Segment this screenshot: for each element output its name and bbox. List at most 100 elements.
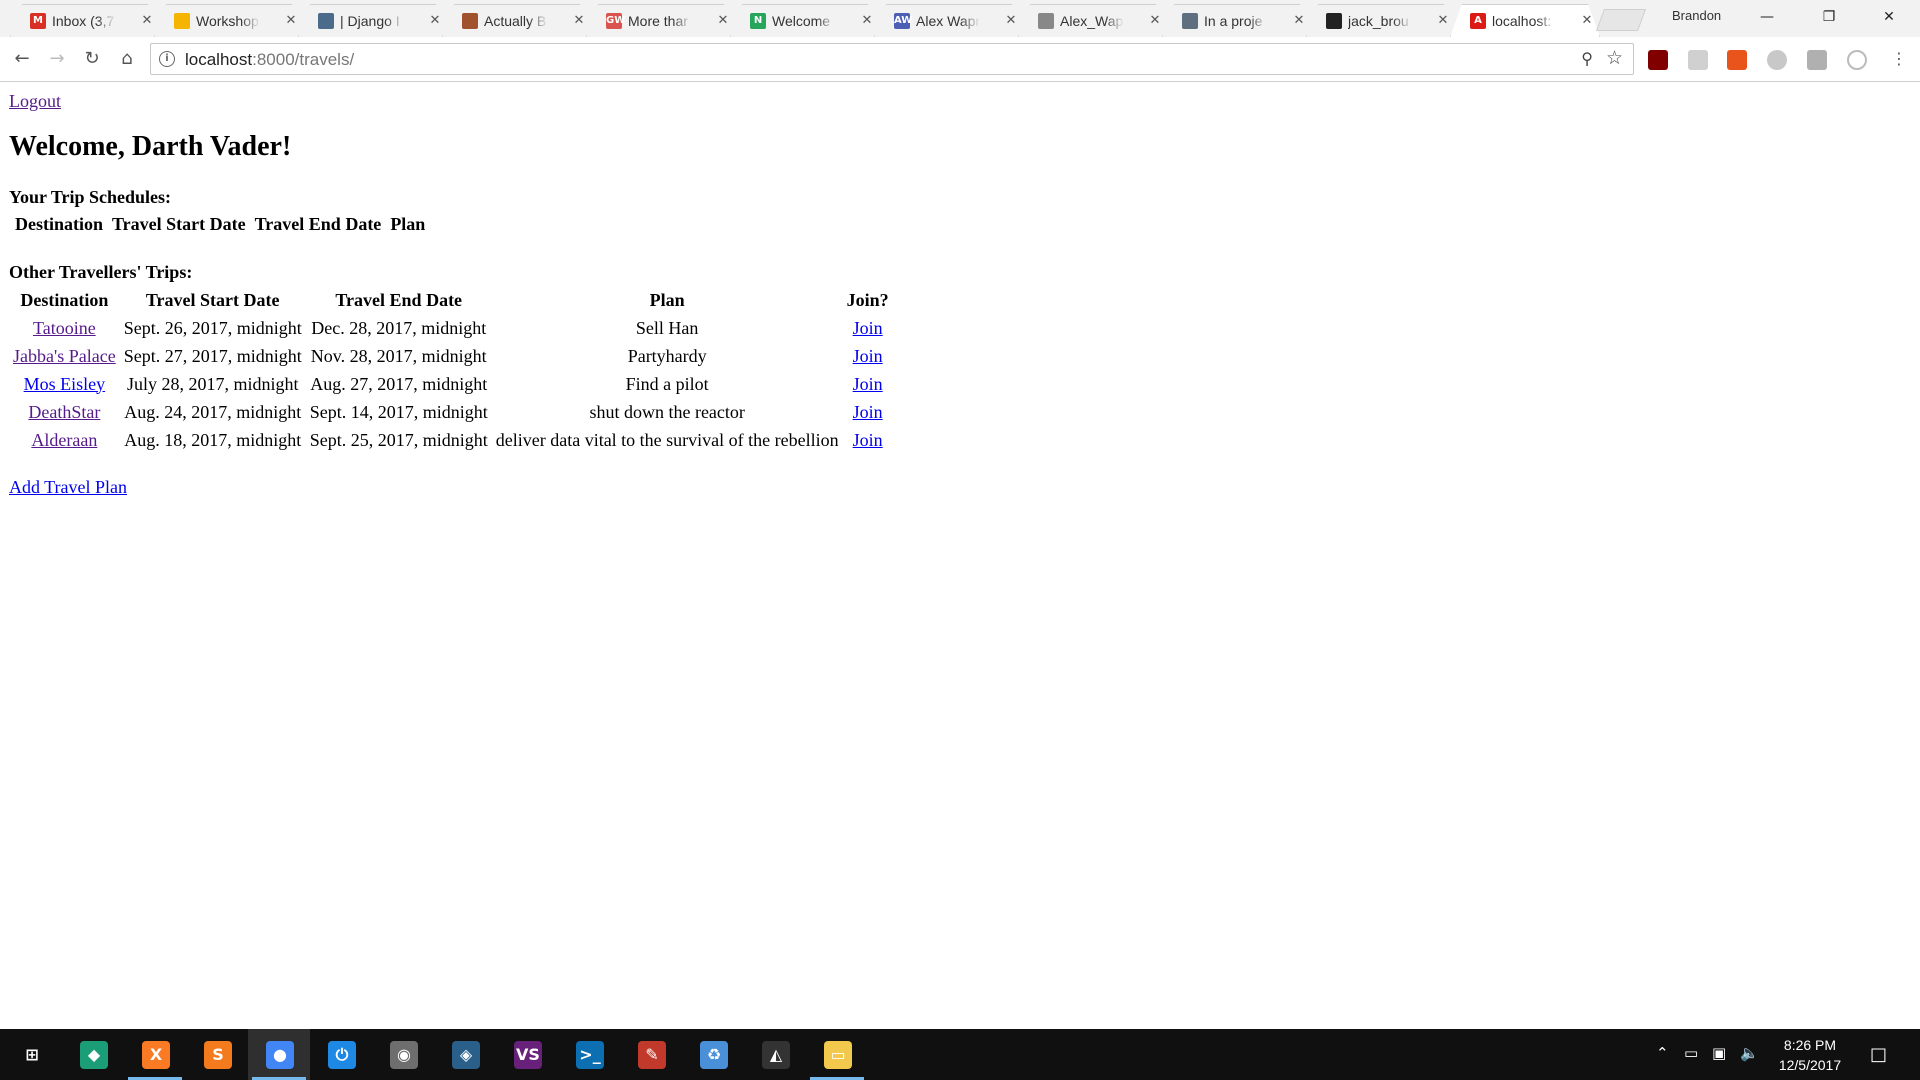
destination-link[interactable]: Tatooine [33, 318, 96, 338]
powershell-icon: >_ [576, 1041, 604, 1069]
clock-date: 12/5/2017 [1778, 1057, 1842, 1073]
recycle-bin-icon: ♻ [700, 1041, 728, 1069]
address-bar[interactable]: i localhost:8000/travels/ ⚲ ☆ [150, 43, 1634, 75]
my-trips-col-start: Travel Start Date [112, 214, 246, 234]
gitkraken-app[interactable]: ◆ [62, 1029, 124, 1080]
volume-icon[interactable]: 🔈 [1740, 1044, 1759, 1062]
tab-close-icon[interactable]: ✕ [1580, 13, 1594, 29]
tab-close-icon[interactable]: ✕ [716, 13, 730, 29]
join-link[interactable]: Join [853, 374, 883, 394]
end-date-cell: Aug. 27, 2017, midnight [310, 373, 488, 394]
power-app[interactable]: ⏻ [310, 1029, 372, 1080]
tab-close-icon[interactable]: ✕ [1436, 13, 1450, 29]
tab-favicon-icon [1182, 13, 1198, 29]
tab-close-icon[interactable]: ✕ [284, 13, 298, 29]
mysql-workbench-app[interactable]: ◈ [434, 1029, 496, 1080]
drive-extension-icon[interactable] [1767, 50, 1787, 70]
tab-close-icon[interactable]: ✕ [860, 13, 874, 29]
browser-tab[interactable]: N Welcome ✕ [730, 4, 880, 37]
browser-tab[interactable]: Workshop ✕ [154, 4, 304, 37]
tab-close-icon[interactable]: ✕ [428, 13, 442, 29]
add-travel-plan-link[interactable]: Add Travel Plan [9, 477, 127, 498]
visual-studio-app[interactable]: VS [496, 1029, 558, 1080]
plan-cell: deliver data vital to the survival of th… [495, 429, 839, 450]
tab-favicon-icon: A [1470, 13, 1486, 29]
taskbar-clock[interactable]: 8:26 PM 12/5/2017 [1770, 1035, 1850, 1075]
logout-link[interactable]: Logout [9, 91, 61, 112]
col-join: Join? [846, 289, 889, 310]
forward-arrow-icon[interactable]: → [43, 45, 71, 73]
start-date-cell: July 28, 2017, midnight [126, 373, 299, 394]
join-cell: Join [843, 426, 893, 454]
browser-tab[interactable]: AW Alex Wapr ✕ [874, 4, 1024, 37]
join-link[interactable]: Join [853, 402, 883, 422]
file-explorer-icon: ▭ [824, 1041, 852, 1069]
tab-favicon-icon [318, 13, 334, 29]
destination-link[interactable]: DeathStar [28, 402, 100, 422]
office-extension-icon[interactable] [1727, 50, 1747, 70]
chrome-menu-icon[interactable]: ⋮ [1885, 45, 1913, 73]
browser-tab[interactable]: Actually B ✕ [442, 4, 592, 37]
bookmark-star-icon[interactable]: ☆ [1606, 47, 1623, 69]
github-desktop-icon: ◉ [390, 1041, 418, 1069]
browser-tab[interactable]: Alocalhost: ✕ [1450, 4, 1600, 37]
tab-close-icon[interactable]: ✕ [1148, 13, 1162, 29]
tab-close-icon[interactable]: ✕ [1292, 13, 1306, 29]
network-icon[interactable]: ▣ [1712, 1044, 1726, 1062]
reload-icon[interactable]: ↻ [78, 45, 106, 73]
table-row: DeathStar Aug. 24, 2017, midnight Sept. … [9, 398, 893, 426]
tray-chevron-icon[interactable]: ⌃ [1656, 1044, 1669, 1062]
powershell-app[interactable]: >_ [558, 1029, 620, 1080]
my-trips-col-destination: Destination [15, 214, 104, 234]
paint-app[interactable]: ✎ [620, 1029, 682, 1080]
new-tab-button[interactable] [1595, 9, 1647, 31]
home-icon[interactable]: ⌂ [113, 45, 141, 73]
other-trips-table: Destination Travel Start Date Travel End… [9, 286, 893, 454]
recycle-bin-app[interactable]: ♻ [682, 1029, 744, 1080]
browser-tab[interactable]: GW More thar ✕ [586, 4, 736, 37]
col-plan: Plan [649, 289, 685, 310]
github-desktop-app[interactable]: ◉ [372, 1029, 434, 1080]
browser-tab[interactable]: In a proje ✕ [1162, 4, 1312, 37]
xampp-app[interactable]: X [124, 1029, 186, 1080]
unity-app[interactable]: ◭ [744, 1029, 806, 1080]
browser-tab[interactable]: | Django I ✕ [298, 4, 448, 37]
join-link[interactable]: Join [853, 318, 883, 338]
join-link[interactable]: Join [853, 430, 883, 450]
destination-link[interactable]: Mos Eisley [24, 374, 106, 394]
welcome-heading: Welcome, Darth Vader! [9, 131, 292, 162]
notifications-icon[interactable]: □ [1870, 1044, 1887, 1065]
close-window-icon[interactable]: ✕ [1866, 0, 1912, 34]
chrome-app[interactable]: ● [248, 1029, 310, 1080]
browser-tab[interactable]: jack_brou ✕ [1306, 4, 1456, 37]
tab-title: Welcome [772, 13, 831, 29]
extension-bars-icon[interactable] [1807, 50, 1827, 70]
battery-icon[interactable]: ▭ [1684, 1044, 1698, 1062]
tab-title: jack_brou [1348, 13, 1409, 29]
end-date-cell: Nov. 28, 2017, midnight [310, 345, 487, 366]
start-button[interactable]: ⊞ [0, 1029, 62, 1080]
destination-link[interactable]: Alderaan [31, 430, 97, 450]
tab-favicon-icon [1326, 13, 1342, 29]
start-icon: ⊞ [18, 1041, 46, 1069]
browser-tab[interactable]: M Inbox (3,7 ✕ [10, 4, 160, 37]
minimize-icon[interactable]: — [1744, 0, 1790, 34]
sublime-text-app[interactable]: S [186, 1029, 248, 1080]
destination-link[interactable]: Jabba's Palace [13, 346, 116, 366]
zoom-icon[interactable]: ⚲ [1581, 49, 1593, 68]
tab-close-icon[interactable]: ✕ [1004, 13, 1018, 29]
back-arrow-icon[interactable]: ← [8, 45, 36, 73]
join-link[interactable]: Join [853, 346, 883, 366]
profile-name[interactable]: Brandon [1672, 8, 1721, 23]
extension-circle-icon[interactable] [1847, 50, 1867, 70]
my-trips-col-plan: Plan [390, 214, 426, 234]
site-info-icon[interactable]: i [159, 51, 175, 67]
tab-close-icon[interactable]: ✕ [572, 13, 586, 29]
plan-cell: Sell Han [635, 317, 699, 338]
tab-close-icon[interactable]: ✕ [140, 13, 154, 29]
restore-icon[interactable]: ❐ [1806, 0, 1852, 34]
browser-tab[interactable]: Alex_Wap ✕ [1018, 4, 1168, 37]
extension-icon[interactable] [1688, 50, 1708, 70]
file-explorer-app[interactable]: ▭ [806, 1029, 868, 1080]
ublock-extension-icon[interactable] [1648, 50, 1668, 70]
